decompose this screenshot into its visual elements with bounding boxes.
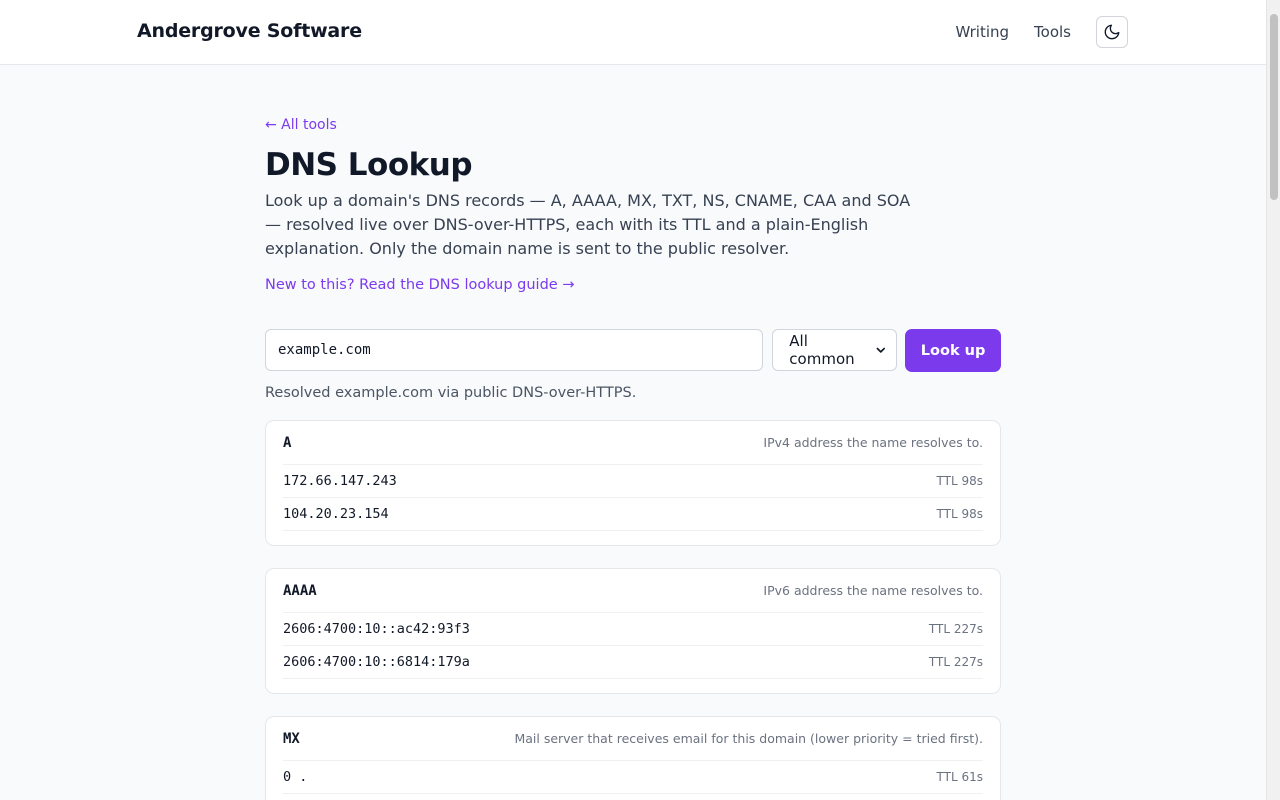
site-header: Andergrove Software Writing Tools [0, 0, 1266, 65]
domain-input[interactable] [265, 329, 764, 371]
record-value: 172.66.147.243 [283, 473, 397, 489]
brand-logo[interactable]: Andergrove Software [137, 20, 362, 42]
record-value: 2606:4700:10::ac42:93f3 [283, 621, 470, 637]
back-to-tools-link[interactable]: ← All tools [265, 117, 337, 133]
record-row: 104.20.23.154 TTL 98s [283, 498, 983, 531]
record-card-header: MX Mail server that receives email for t… [283, 717, 983, 761]
record-type-label: MX [283, 730, 300, 747]
record-row: 172.66.147.243 TTL 98s [283, 465, 983, 498]
lookup-button[interactable]: Look up [905, 329, 1002, 372]
page-scrollbar[interactable] [1266, 0, 1280, 800]
record-type-label: A [283, 434, 292, 451]
nav-writing[interactable]: Writing [955, 14, 1009, 50]
record-card-header: A IPv4 address the name resolves to. [283, 421, 983, 465]
nav-tools[interactable]: Tools [1034, 14, 1071, 50]
record-card-mx: MX Mail server that receives email for t… [265, 716, 1001, 800]
main-nav: Writing Tools [955, 14, 1128, 50]
record-type-selected: All common [789, 332, 855, 368]
status-text: Resolved example.com via public DNS-over… [265, 385, 637, 401]
record-description: Mail server that receives email for this… [514, 731, 983, 746]
page: Andergrove Software Writing Tools ← All … [0, 0, 1266, 800]
record-card-header: AAAA IPv6 address the name resolves to. [283, 569, 983, 613]
moon-icon [1104, 24, 1120, 40]
record-ttl: TTL 227s [928, 655, 983, 669]
record-type-label: AAAA [283, 582, 317, 599]
lookup-form: All common Look up [265, 329, 1002, 372]
record-row: 2606:4700:10::ac42:93f3 TTL 227s [283, 613, 983, 646]
record-row: 2606:4700:10::6814:179a TTL 227s [283, 646, 983, 679]
record-value: 2606:4700:10::6814:179a [283, 654, 470, 670]
record-description: IPv4 address the name resolves to. [763, 435, 983, 450]
record-row: 0 . TTL 61s [283, 761, 983, 794]
guide-link[interactable]: New to this? Read the DNS lookup guide → [265, 277, 574, 293]
record-value: 0 . [283, 769, 308, 785]
record-ttl: TTL 98s [936, 474, 983, 488]
record-ttl: TTL 98s [936, 507, 983, 521]
theme-toggle-button[interactable] [1096, 16, 1128, 48]
chevron-down-icon [876, 347, 885, 353]
scrollbar-thumb[interactable] [1270, 14, 1278, 200]
record-card-a: A IPv4 address the name resolves to. 172… [265, 420, 1001, 546]
page-title: DNS Lookup [265, 147, 473, 183]
record-value: 104.20.23.154 [283, 506, 389, 522]
record-ttl: TTL 227s [928, 622, 983, 636]
record-ttl: TTL 61s [936, 770, 983, 784]
intro-text: Look up a domain's DNS records — A, AAAA… [265, 191, 911, 258]
record-type-select[interactable]: All common [772, 329, 898, 371]
record-card-aaaa: AAAA IPv6 address the name resolves to. … [265, 568, 1001, 694]
record-description: IPv6 address the name resolves to. [763, 583, 983, 598]
